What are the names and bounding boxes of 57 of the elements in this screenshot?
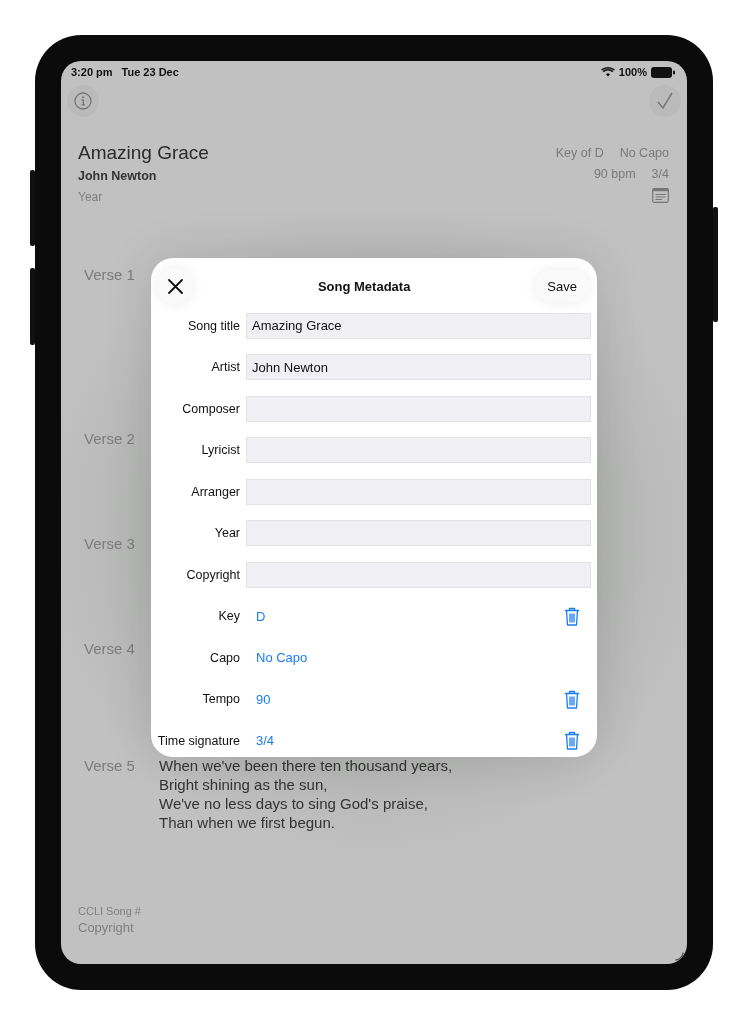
field-label: Composer: [181, 401, 240, 416]
song-artist: John Newton: [78, 169, 158, 183]
text-field[interactable]: John Newton: [246, 354, 591, 381]
text-field[interactable]: Amazing Grace: [246, 312, 591, 339]
copyright-text: Copyright: [78, 920, 135, 935]
checkmark-icon: [656, 92, 674, 110]
text-field[interactable]: [246, 478, 591, 505]
field-label: Tempo: [201, 692, 240, 707]
section-label: Verse 1: [84, 266, 136, 285]
resize-handle-icon[interactable]: [675, 952, 684, 961]
lyric-line: Than when we first begun.: [159, 813, 336, 833]
section-label: Verse 3: [84, 535, 136, 554]
info-icon: [74, 92, 92, 110]
text-field[interactable]: [246, 395, 591, 422]
status-time: 3:20 pm: [71, 66, 113, 78]
field-label: Lyricist: [200, 443, 240, 458]
dialog-title: Song Metadata: [317, 278, 411, 294]
song-capo: No Capo: [619, 146, 669, 160]
done-button[interactable]: [649, 85, 681, 117]
field-label: Time signature: [156, 733, 240, 748]
value-link[interactable]: 3/4: [256, 733, 275, 749]
section-label: Verse 5: [84, 757, 136, 776]
trash-icon[interactable]: [564, 606, 580, 626]
notes-icon[interactable]: [652, 188, 669, 203]
field-label: Year: [213, 526, 240, 541]
field-label: Song title: [186, 318, 240, 333]
ccli-number: CCLI Song #: [78, 905, 142, 917]
field-label: Capo: [209, 650, 240, 665]
lyric-line: Bright shining as the sun,: [159, 775, 329, 795]
field-label: Copyright: [185, 567, 240, 582]
section-label: Verse 2: [84, 430, 136, 449]
field-label: Key: [217, 609, 240, 624]
info-button[interactable]: [67, 85, 99, 117]
lyric-line: We've no less days to sing God's praise,: [159, 794, 429, 814]
song-year: Year: [78, 190, 104, 204]
value-link[interactable]: No Capo: [256, 650, 308, 666]
song-time-signature: 3/4: [651, 167, 669, 181]
lyric-line: When we've been there ten thousand years,: [159, 756, 453, 776]
section-label: Verse 4: [84, 640, 136, 659]
song-title: Amazing Grace: [78, 141, 209, 165]
save-button[interactable]: Save: [535, 270, 589, 302]
song-tempo: 90 bpm: [593, 167, 636, 181]
close-icon: [167, 278, 183, 294]
text-field[interactable]: [246, 520, 591, 547]
trash-icon[interactable]: [564, 689, 580, 709]
value-link[interactable]: D: [256, 608, 266, 624]
battery-level: 100%: [618, 66, 647, 78]
field-label: Artist: [210, 360, 240, 375]
wifi-icon: [600, 67, 615, 77]
text-field[interactable]: [246, 437, 591, 464]
status-date: Tue 23 Dec: [121, 66, 179, 78]
battery-icon: [651, 66, 675, 78]
trash-icon[interactable]: [564, 731, 580, 751]
field-label: Arranger: [190, 484, 240, 499]
song-key: Key of D: [555, 146, 604, 160]
text-field[interactable]: [246, 561, 591, 588]
value-link[interactable]: 90: [256, 691, 271, 707]
